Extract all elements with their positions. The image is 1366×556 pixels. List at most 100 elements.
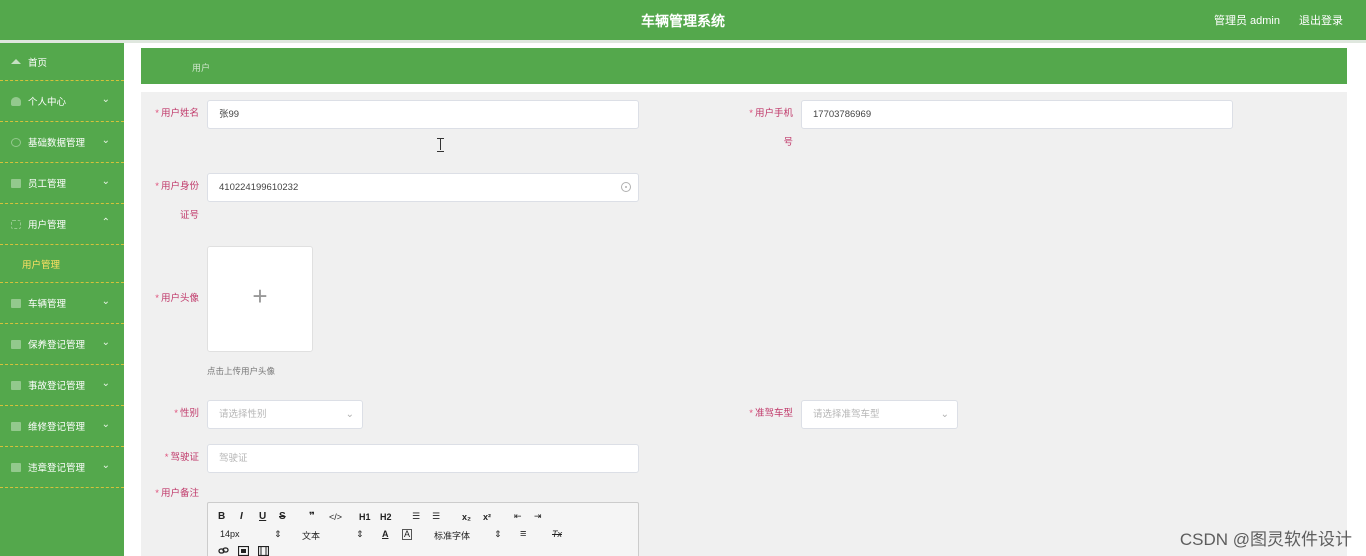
name-label: * 用户姓名 xyxy=(155,108,199,119)
quote-icon[interactable]: ❞ xyxy=(309,511,315,522)
chevron-down-icon: ⌄ xyxy=(101,419,110,430)
sidebar-item-label: 首页 xyxy=(28,57,48,69)
chevron-down-icon: ⌄ xyxy=(101,460,110,471)
sidebar-item-label: 个人中心 xyxy=(28,97,67,108)
user-icon xyxy=(11,178,21,188)
submenu-item-user-management[interactable]: 用户管理 xyxy=(0,245,124,283)
user-group-icon xyxy=(11,219,21,229)
sidebar-item-maintenance[interactable]: 保养登记管理 ⌄ xyxy=(0,324,124,365)
top-bar: 车辆管理系统 管理员 admin 退出登录 xyxy=(0,0,1366,40)
license-label: * 驾驶证 xyxy=(164,452,199,463)
sidebar-item-label: 事故登记管理 xyxy=(28,381,86,392)
phone-label-continued: 号 xyxy=(783,137,793,148)
chevron-down-icon: ⌄ xyxy=(345,409,354,420)
image-icon[interactable] xyxy=(238,546,249,556)
gender-label: * 性别 xyxy=(174,408,199,419)
document-icon xyxy=(11,421,21,431)
background-color-button[interactable]: A xyxy=(402,529,413,540)
sidebar-item-label: 违章登记管理 xyxy=(28,463,86,474)
link-icon[interactable] xyxy=(218,546,230,556)
indent-icon[interactable]: ⇥ xyxy=(534,511,542,522)
name-input[interactable]: 张99 xyxy=(207,100,639,129)
document-icon xyxy=(11,380,21,390)
subscript-button[interactable]: x₂ xyxy=(462,512,471,522)
strike-button[interactable]: S xyxy=(279,511,286,522)
heading2-button[interactable]: H2 xyxy=(380,512,392,522)
sidebar-item-accidents[interactable]: 事故登记管理 ⌄ xyxy=(0,365,124,406)
chevron-down-icon: ⌄ xyxy=(101,94,110,105)
breadcrumb-item[interactable]: 用户 xyxy=(192,61,210,74)
phone-input[interactable]: 17703786969 xyxy=(801,100,1233,129)
clear-icon[interactable] xyxy=(621,182,631,192)
sidebar-item-violations[interactable]: 违章登记管理 ⌄ xyxy=(0,447,124,488)
sidebar-item-label: 基础数据管理 xyxy=(28,138,86,149)
upload-hint: 点击上传用户头像 xyxy=(207,366,276,376)
document-icon xyxy=(11,339,21,349)
updown-icon: ⇕ xyxy=(494,529,502,539)
user-form: * 用户姓名 张99 * 用户手机 号 17703786969 * 用户身份 证号 4… xyxy=(141,92,1347,556)
sidebar-item-repairs[interactable]: 维修登记管理 ⌄ xyxy=(0,406,124,447)
bold-button[interactable]: B xyxy=(218,511,225,522)
chevron-up-icon: ⌃ xyxy=(101,217,110,228)
gender-select[interactable]: 请选择性别 ⌄ xyxy=(207,400,363,429)
license-type-select[interactable]: 请选择准驾车型 ⌄ xyxy=(801,400,958,429)
bullet-list-icon[interactable]: ☰ xyxy=(432,511,440,522)
code-icon[interactable]: </> xyxy=(329,512,342,522)
outdent-icon[interactable]: ⇤ xyxy=(514,511,522,522)
car-icon xyxy=(11,298,21,308)
sidebar-item-base-data[interactable]: 基础数据管理 ⌄ xyxy=(0,122,124,163)
remark-rich-editor[interactable]: B I U S ❞ </> H1 H2 ☰ ☰ x₂ x² ⇤ ⇥ 14px ⇕… xyxy=(207,502,639,556)
font-color-button[interactable]: A xyxy=(382,529,389,539)
sidebar-item-label: 用户管理 xyxy=(28,220,67,231)
avatar-upload-button[interactable]: + xyxy=(207,246,313,352)
sidebar-item-profile[interactable]: 个人中心 ⌄ xyxy=(0,81,124,122)
main-content: 用户 * 用户姓名 张99 * 用户手机 号 17703786969 * 用户身份 证… xyxy=(124,43,1366,556)
sidebar-item-home[interactable]: 首页 xyxy=(0,43,124,81)
home-icon xyxy=(11,59,21,64)
plus-icon: + xyxy=(252,281,268,311)
superscript-button[interactable]: x² xyxy=(483,512,491,522)
id-number-label: * 用户身份 xyxy=(155,181,199,192)
updown-icon: ⇕ xyxy=(356,529,364,539)
chevron-down-icon: ⌄ xyxy=(940,409,949,420)
id-number-label-continued: 证号 xyxy=(179,210,199,221)
current-user: 管理员 admin xyxy=(1213,15,1280,27)
text-format-select[interactable]: 文本 xyxy=(302,529,320,542)
watermark: CSDN @图灵软件设计 xyxy=(1179,530,1352,549)
chevron-down-icon: ⌄ xyxy=(101,337,110,348)
sidebar-item-label: 车辆管理 xyxy=(28,299,67,310)
font-family-select[interactable]: 标准字体 xyxy=(434,529,470,542)
person-icon xyxy=(11,96,21,106)
gender-placeholder: 请选择性别 xyxy=(219,409,267,420)
remark-label: * 用户备注 xyxy=(155,488,199,499)
document-icon xyxy=(11,462,21,472)
license-type-label: * 准驾车型 xyxy=(749,408,793,419)
license-type-placeholder: 请选择准驾车型 xyxy=(813,409,880,420)
align-icon[interactable]: ≡ xyxy=(520,528,526,540)
heading1-button[interactable]: H1 xyxy=(359,512,371,522)
font-size-select[interactable]: 14px xyxy=(220,529,240,539)
sidebar-item-users[interactable]: 用户管理 ⌃ xyxy=(0,204,124,245)
sidebar-item-label: 保养登记管理 xyxy=(28,340,86,351)
avatar-label: * 用户头像 xyxy=(155,293,199,304)
text-cursor-icon xyxy=(437,138,445,152)
id-number-value: 410224199610232 xyxy=(219,182,299,193)
sidebar-item-vehicles[interactable]: 车辆管理 ⌄ xyxy=(0,283,124,324)
chevron-down-icon: ⌄ xyxy=(101,135,110,146)
underline-button[interactable]: U xyxy=(259,511,266,522)
video-icon[interactable] xyxy=(258,546,269,556)
italic-button[interactable]: I xyxy=(240,511,243,522)
phone-label: * 用户手机 xyxy=(749,108,793,119)
logout-button[interactable]: 退出登录 xyxy=(1299,12,1343,28)
sidebar-item-staff[interactable]: 员工管理 ⌄ xyxy=(0,163,124,204)
sidebar-item-label: 维修登记管理 xyxy=(28,422,86,433)
sidebar-item-label: 员工管理 xyxy=(28,179,67,190)
license-input[interactable]: 驾驶证 xyxy=(207,444,639,473)
clear-format-icon[interactable]: Tx xyxy=(552,529,562,539)
chevron-down-icon: ⌄ xyxy=(101,296,110,307)
gear-icon xyxy=(11,137,21,147)
chevron-down-icon: ⌄ xyxy=(101,378,110,389)
chevron-down-icon: ⌄ xyxy=(101,176,110,187)
id-number-input[interactable]: 410224199610232 xyxy=(207,173,639,202)
ordered-list-icon[interactable]: ☰ xyxy=(412,511,420,522)
